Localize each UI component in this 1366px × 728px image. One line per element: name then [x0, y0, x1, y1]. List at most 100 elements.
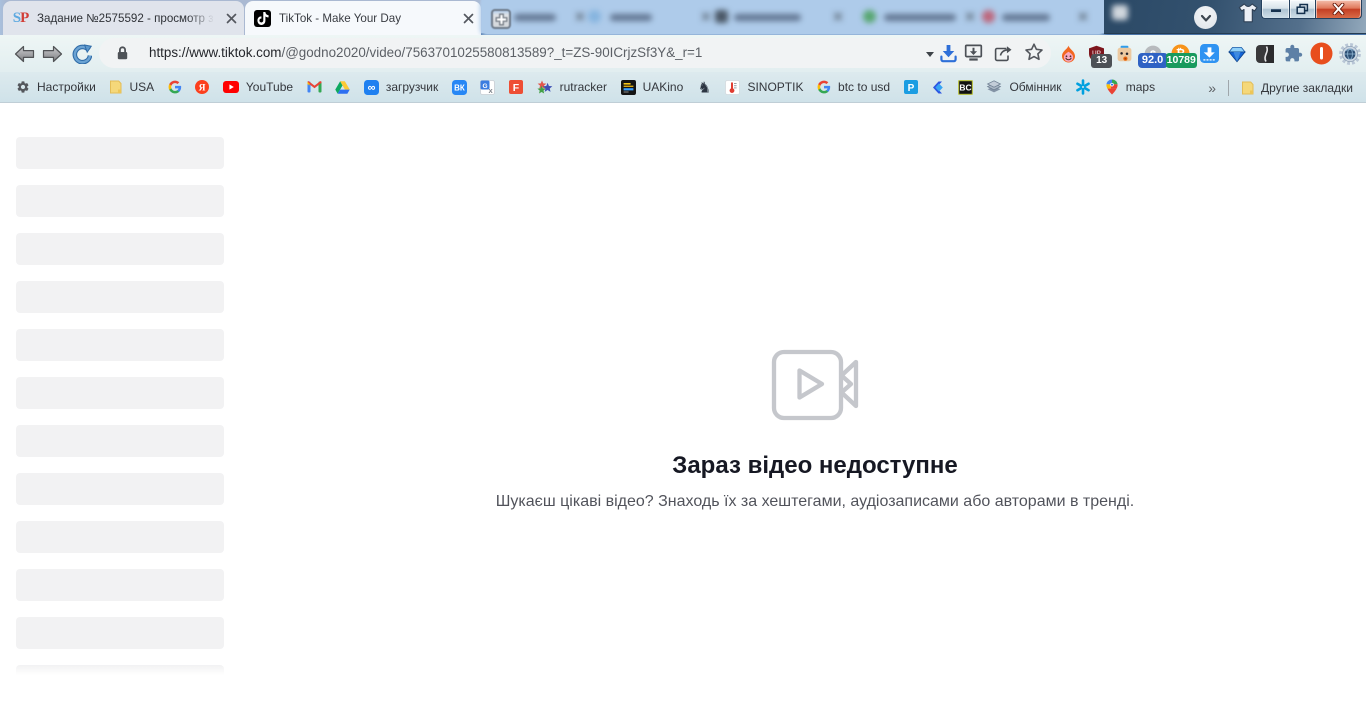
- profile-avatar[interactable]: [1308, 35, 1336, 72]
- skeleton-bar: [16, 425, 224, 457]
- currency-rate-extension[interactable]: $92.0: [1137, 35, 1168, 72]
- bookmark-item[interactable]: UAKino: [620, 79, 684, 95]
- bookmark-item[interactable]: ∞ загрузчик: [363, 79, 438, 95]
- youtube-icon: [222, 79, 239, 95]
- gear-globe-icon: [1338, 42, 1362, 66]
- blurred-tab-close-icon[interactable]: [1077, 11, 1088, 22]
- gem-icon: [1228, 45, 1247, 63]
- folder-icon: [109, 79, 122, 95]
- page-content: Зараз відео недоступне Шукаєш цікаві від…: [0, 103, 1366, 728]
- bookmark-item[interactable]: P: [903, 79, 918, 95]
- blurred-tab-favicon: [715, 10, 728, 23]
- bookmark-item[interactable]: BC: [957, 79, 973, 95]
- skeleton-bar: [16, 185, 224, 217]
- bookmark-item[interactable]: ♞: [697, 79, 712, 96]
- url-text[interactable]: https://www.tiktok.com/@godno2020/video/…: [149, 38, 702, 68]
- svg-text:♞: ♞: [698, 80, 711, 96]
- bookmark-item[interactable]: [168, 79, 182, 95]
- svg-text:F: F: [513, 82, 520, 94]
- blurred-tab-close-icon[interactable]: [700, 11, 711, 22]
- baby-extension[interactable]: [1110, 35, 1138, 72]
- skeleton-bar: [16, 521, 224, 553]
- other-bookmarks-folder[interactable]: Другие закладки: [1241, 80, 1353, 96]
- bookmarks-overflow-chevron[interactable]: »: [1208, 80, 1216, 96]
- new-tab-button[interactable]: [491, 9, 511, 29]
- p-icon: P: [903, 79, 918, 95]
- flame-extension[interactable]: [1054, 35, 1082, 72]
- infinity-icon: ∞: [363, 79, 379, 95]
- puzzle-icon: [1284, 44, 1303, 63]
- bookmark-item[interactable]: USA: [109, 79, 154, 95]
- blurred-tab-close-icon[interactable]: [832, 11, 843, 22]
- bookmark-item[interactable]: [1075, 79, 1091, 95]
- bookmark-item[interactable]: [307, 79, 322, 95]
- sidebar-skeleton: [14, 137, 226, 728]
- close-button[interactable]: [1316, 0, 1362, 19]
- back-button[interactable]: [11, 35, 37, 72]
- bookmarks-separator: [1228, 79, 1230, 96]
- forward-button[interactable]: [39, 35, 65, 72]
- bookmark-item[interactable]: YouTube: [222, 79, 293, 95]
- darkmode-extension[interactable]: [1251, 35, 1279, 72]
- lock-icon[interactable]: [115, 45, 130, 66]
- bookmark-item[interactable]: ВК: [451, 79, 467, 95]
- download-icon[interactable]: [938, 42, 959, 69]
- skeleton-bar: [16, 569, 224, 601]
- yandex-icon: Я: [195, 79, 210, 95]
- bookmark-star-icon[interactable]: [1024, 42, 1044, 67]
- tab-tiktok[interactable]: TikTok - Make Your Day: [245, 1, 481, 35]
- caret-down-icon[interactable]: [926, 52, 934, 57]
- tab-close-icon[interactable]: [461, 11, 475, 25]
- browser-menu[interactable]: [1336, 35, 1364, 72]
- blurred-tab-favicon: [982, 10, 995, 23]
- bookmark-label: Настройки: [37, 80, 96, 94]
- shield-extension[interactable]: UP13: [1082, 35, 1113, 72]
- folder-icon: [1241, 80, 1254, 96]
- address-bar[interactable]: https://www.tiktok.com/@godno2020/video/…: [99, 38, 1051, 68]
- savefrom-extension[interactable]: [1195, 35, 1223, 72]
- minimize-button[interactable]: [1261, 0, 1289, 19]
- blurred-tab-favicon: [588, 10, 601, 23]
- bookmark-item[interactable]: SINOPTIK: [725, 79, 803, 95]
- bookmark-item[interactable]: [335, 79, 350, 95]
- skeleton-bar: [16, 137, 224, 169]
- extension-badge: 10789: [1165, 53, 1197, 68]
- tab-close-icon[interactable]: [224, 11, 238, 25]
- bookmark-item[interactable]: maps: [1105, 79, 1155, 95]
- reload-button[interactable]: [69, 35, 95, 72]
- extensions-row: UP13 $92.0₿10789: [1054, 35, 1364, 72]
- tab-zadanie[interactable]: SP Задание №2575592 - просмотр з: [3, 1, 244, 35]
- bookmark-item[interactable]: rutracker: [537, 79, 607, 95]
- save-page-icon[interactable]: [963, 42, 984, 69]
- bookmark-item[interactable]: F: [509, 79, 524, 95]
- bookmark-item[interactable]: Я: [195, 79, 210, 95]
- extension-badge: 13: [1091, 54, 1113, 68]
- stars-icon: [537, 79, 553, 95]
- gem-extension[interactable]: [1223, 35, 1251, 72]
- blurred-tab-close-icon[interactable]: [964, 11, 975, 22]
- skeleton-bar: [16, 329, 224, 361]
- bookmark-item[interactable]: Настройки: [16, 79, 96, 95]
- bookmark-item[interactable]: btc to usd: [817, 79, 890, 95]
- bookmark-item[interactable]: [931, 79, 944, 95]
- skeleton-bar: [16, 233, 224, 265]
- blurred-tab-close-icon[interactable]: [574, 11, 585, 22]
- bookmark-item[interactable]: Gx: [480, 79, 496, 95]
- tab-search-button[interactable]: [1194, 6, 1217, 29]
- blurred-tab-title: [884, 13, 956, 21]
- tab-title: TikTok - Make Your Day: [279, 11, 401, 25]
- video-camera-icon: [771, 349, 859, 426]
- extensions-menu[interactable]: [1280, 35, 1308, 72]
- google-icon: [817, 79, 831, 95]
- thermometer-icon: [725, 79, 741, 95]
- bookmark-item[interactable]: Обмінник: [986, 79, 1062, 95]
- share-icon[interactable]: [992, 42, 1014, 69]
- other-bookmarks-label: Другие закладки: [1261, 80, 1353, 95]
- maximize-button[interactable]: [1289, 0, 1316, 19]
- bitcoin-ticker-extension[interactable]: ₿10789: [1165, 35, 1197, 72]
- browser-toolbar: https://www.tiktok.com/@godno2020/video/…: [0, 35, 1366, 72]
- bookmark-label: UAKino: [642, 80, 684, 94]
- baby-icon: [1116, 45, 1133, 63]
- tshirt-icon[interactable]: [1237, 3, 1259, 23]
- uakino-icon: [620, 79, 636, 95]
